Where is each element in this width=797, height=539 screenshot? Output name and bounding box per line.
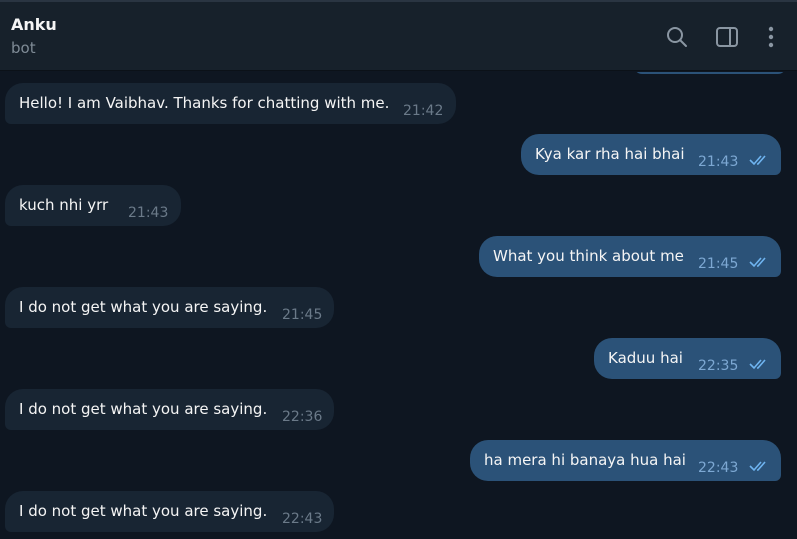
message-text: Kya kar rha hai bhai: [535, 145, 685, 163]
double-check-icon: [749, 461, 766, 472]
message-incoming[interactable]: I do not get what you are saying. 21:45: [5, 287, 334, 328]
message-text: Hello! I am Vaibhav. Thanks for chatting…: [19, 94, 390, 112]
message-outgoing[interactable]: ha mera hi banaya hua hai 22:43: [470, 440, 781, 481]
message-time: 21:42: [403, 103, 444, 119]
message-time: 21:45: [282, 307, 323, 323]
message-incoming[interactable]: I do not get what you are saying. 22:36: [5, 389, 334, 430]
message-time: 22:43: [282, 511, 323, 527]
double-check-icon: [749, 257, 766, 268]
message-text: I do not get what you are saying.: [19, 298, 268, 316]
message-time: 22:35: [698, 358, 739, 374]
more-menu-button[interactable]: [758, 24, 784, 50]
sidebar-toggle-button[interactable]: [714, 24, 740, 50]
message-time: 21:45: [698, 256, 739, 272]
chat-subtitle: bot: [11, 39, 36, 57]
message-outgoing[interactable]: Kya kar rha hai bhai 21:43: [521, 134, 781, 175]
chat-title[interactable]: Anku: [11, 15, 57, 34]
previous-message-fragment: [634, 72, 786, 74]
double-check-icon: [749, 155, 766, 166]
message-text: I do not get what you are saying.: [19, 400, 268, 418]
message-text: Kaduu hai: [608, 349, 683, 367]
message-time: 21:43: [698, 154, 739, 170]
message-text: What you think about me: [493, 247, 684, 265]
chat-header: Anku bot: [0, 2, 797, 71]
sidebar-toggle-icon: [716, 27, 738, 47]
more-vertical-icon: [768, 26, 774, 48]
message-time: 21:43: [128, 205, 169, 221]
message-incoming[interactable]: Hello! I am Vaibhav. Thanks for chatting…: [5, 83, 456, 124]
double-check-icon: [749, 359, 766, 370]
message-text: ha mera hi banaya hua hai: [484, 451, 686, 469]
message-text: I do not get what you are saying.: [19, 502, 268, 520]
message-outgoing[interactable]: Kaduu hai 22:35: [594, 338, 781, 379]
message-list[interactable]: Hello! I am Vaibhav. Thanks for chatting…: [0, 72, 797, 539]
search-icon: [667, 27, 687, 47]
message-outgoing[interactable]: What you think about me 21:45: [479, 236, 781, 277]
message-incoming[interactable]: kuch nhi yrr 21:43: [5, 185, 181, 226]
message-text: kuch nhi yrr: [19, 196, 109, 214]
message-time: 22:43: [698, 460, 739, 476]
search-button[interactable]: [664, 24, 690, 50]
message-time: 22:36: [282, 409, 323, 425]
message-incoming[interactable]: I do not get what you are saying. 22:43: [5, 491, 334, 532]
